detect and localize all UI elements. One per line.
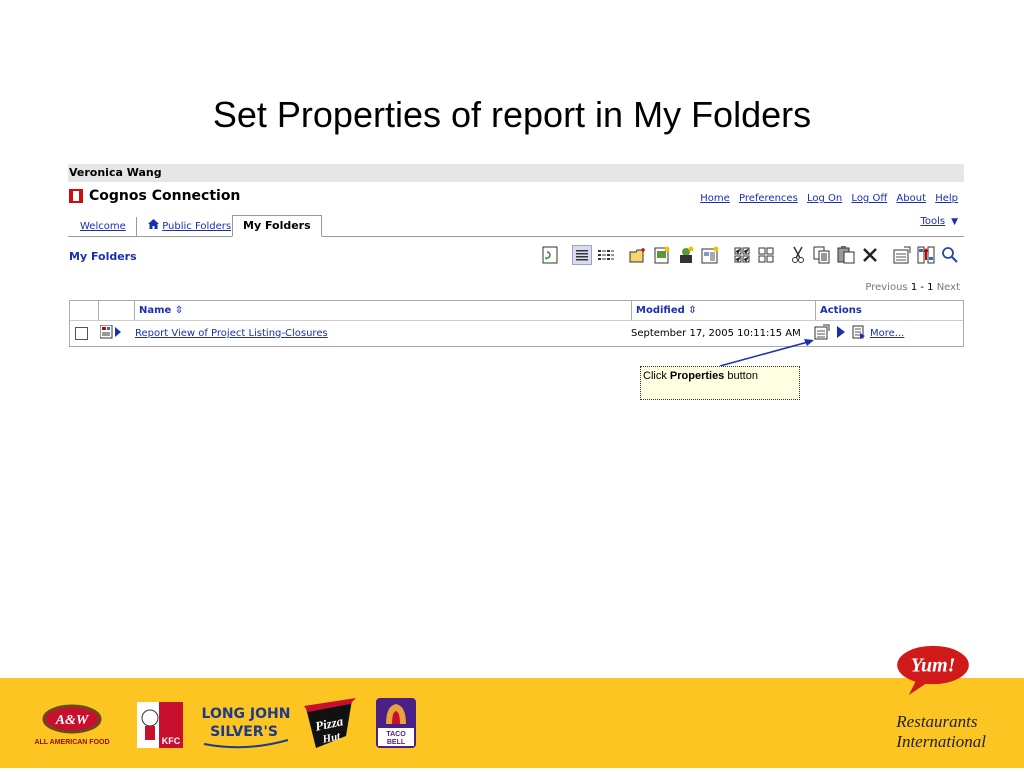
svg-text:A&W: A&W xyxy=(55,713,90,728)
yum-line-1: Restaurants xyxy=(896,712,978,731)
pizza-hut-logo: Pizza Hut xyxy=(304,698,356,748)
svg-text:LONG JOHN: LONG JOHN xyxy=(202,706,291,722)
yum-logo: Yum! xyxy=(897,645,969,695)
svg-text:ALL AMERICAN FOOD: ALL AMERICAN FOOD xyxy=(34,739,109,746)
yum-restaurants-international: Restaurants International xyxy=(896,712,986,752)
taco-bell-logo: TACO BELL xyxy=(376,698,416,748)
callout-suffix: button xyxy=(724,370,758,382)
callout-prefix: Click xyxy=(643,370,670,382)
yum-line-2: International xyxy=(896,732,986,751)
svg-text:SILVER'S: SILVER'S xyxy=(210,724,278,740)
svg-text:TACO: TACO xyxy=(386,731,406,738)
callout-arrow xyxy=(719,339,814,367)
svg-text:BELL: BELL xyxy=(387,739,406,746)
aw-logo: A&W ALL AMERICAN FOOD xyxy=(34,704,110,746)
instruction-callout: Click Properties button xyxy=(640,366,800,400)
brand-footer: A&W ALL AMERICAN FOOD KFC LONG JOHN SILV… xyxy=(0,678,1024,768)
callout-bold-word: Properties xyxy=(669,370,725,382)
svg-text:Yum!: Yum! xyxy=(911,655,956,677)
kfc-logo: KFC xyxy=(137,702,183,748)
brand-logos: A&W ALL AMERICAN FOOD KFC LONG JOHN SILV… xyxy=(34,698,416,749)
svg-text:KFC: KFC xyxy=(162,736,181,746)
long-john-silvers-logo: LONG JOHN SILVER'S xyxy=(202,706,291,749)
